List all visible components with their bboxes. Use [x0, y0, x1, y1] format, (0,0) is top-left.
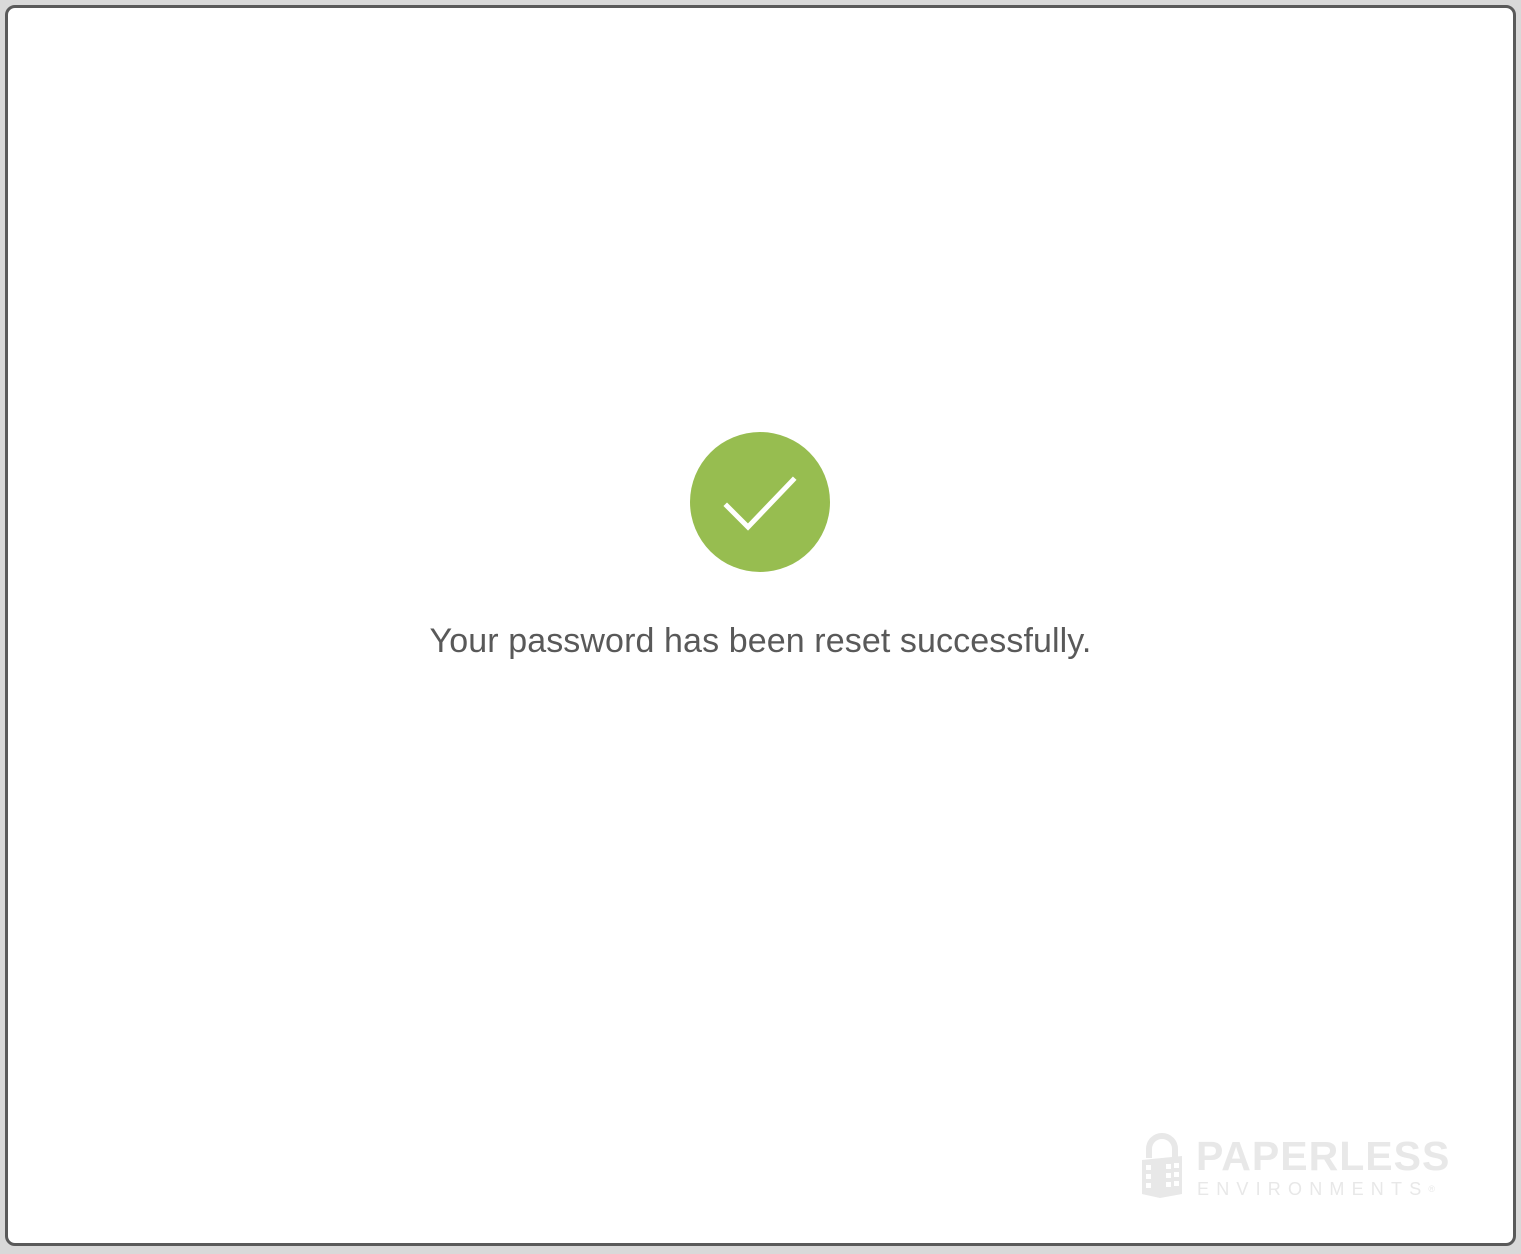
logo-tagline-text: ENVIRONMENTS [1197, 1179, 1429, 1199]
logo-name: PAPERLESS [1196, 1133, 1451, 1179]
password-reset-panel: Your password has been reset successfull… [5, 5, 1516, 1246]
registered-mark: ® [1428, 1184, 1436, 1194]
success-check-icon [690, 432, 830, 572]
success-message: Your password has been reset successfull… [429, 622, 1092, 660]
paperless-environments-logo: PAPERLESS ENVIRONMENTS® [1138, 1132, 1468, 1202]
padlock-building-icon [1142, 1133, 1182, 1198]
logo-tagline: ENVIRONMENTS® [1197, 1179, 1435, 1199]
